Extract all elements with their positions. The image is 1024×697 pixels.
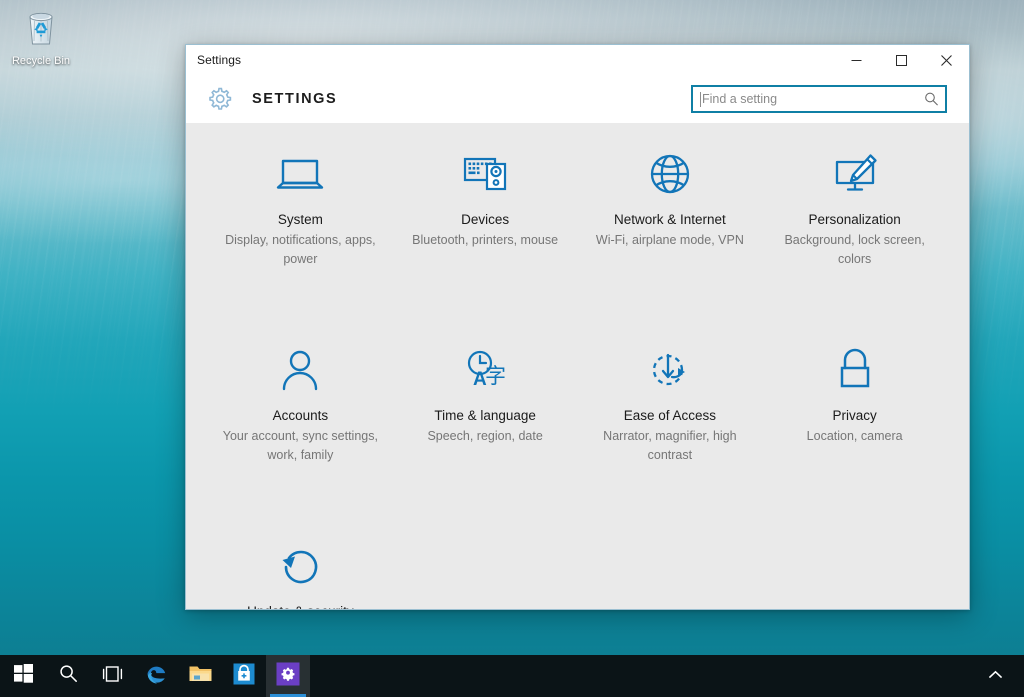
edge-icon [143,661,169,692]
tile-title: Ease of Access [623,408,717,423]
page-title: SETTINGS [252,91,338,107]
search-input[interactable] [701,87,945,111]
system-tray [981,655,1024,697]
file-explorer-icon [188,663,213,689]
taskbar [0,655,1024,697]
padlock-icon [827,341,883,399]
globe-icon [642,145,698,203]
tile-title: Update & security [247,603,354,609]
search-box[interactable] [691,85,947,113]
gear-icon [206,85,234,113]
settings-tile-grid: System Display, notifications, apps, pow… [186,137,969,609]
tile-title: Personalization [808,212,901,227]
chevron-up-icon[interactable] [981,670,1010,682]
store-button[interactable] [222,655,266,697]
edge-button[interactable] [134,655,178,697]
window-title: Settings [197,53,242,67]
refresh-circle-icon [272,537,328,595]
tile-description: Speech, region, date [427,429,543,443]
keyboard-speaker-icon [457,145,513,203]
search-icon [59,664,78,688]
clock-arrow-icon [642,341,698,399]
desktop-icon-recycle-bin[interactable]: Recycle Bin [4,6,78,68]
tile-description: Location, camera [806,429,903,443]
minimize-button[interactable] [834,45,879,75]
tile-description: Bluetooth, printers, mouse [412,233,559,247]
settings-taskbar-button[interactable] [266,655,310,697]
tile-title: Time & language [434,408,536,423]
settings-header: SETTINGS [186,75,969,123]
maximize-button[interactable] [879,45,924,75]
recycle-bin-icon [4,6,78,52]
search-icon[interactable] [924,92,939,107]
svg-text:字: 字 [485,364,506,388]
start-button[interactable] [0,655,46,697]
tile-description: Narrator, magnifier, high contrast [603,429,737,462]
taskbar-search-button[interactable] [46,655,90,697]
settings-tile-update-security[interactable]: Update & security Windows Update, recove… [208,529,393,609]
settings-tile-ease-of-access[interactable]: Ease of Access Narrator, magnifier, high… [578,333,763,515]
tile-title: Privacy [832,408,877,423]
desktop-icon-label: Recycle Bin [11,55,71,67]
laptop-icon [272,145,328,203]
settings-tile-time-language[interactable]: A 字 Time & language Speech, region, date [393,333,578,515]
store-icon [232,662,256,691]
settings-tile-system[interactable]: System Display, notifications, apps, pow… [208,137,393,319]
clock-language-icon: A 字 [456,341,514,399]
tile-title: Network & Internet [613,212,726,227]
person-icon [272,341,328,399]
task-view-icon [101,665,123,688]
monitor-paintbrush-icon [827,145,883,203]
task-view-button[interactable] [90,655,134,697]
settings-tile-privacy[interactable]: Privacy Location, camera [762,333,947,515]
settings-window: Settings SETTINGS Find a setting System … [185,44,970,610]
close-button[interactable] [924,45,969,75]
settings-tile-accounts[interactable]: Accounts Your account, sync settings, wo… [208,333,393,515]
window-titlebar[interactable]: Settings [186,45,969,75]
tile-description: Background, lock screen, colors [784,233,925,266]
tile-description: Your account, sync settings, work, famil… [222,429,378,462]
tile-description: Display, notifications, apps, power [225,233,376,266]
windows-start-icon [13,664,33,688]
window-controls [834,45,969,75]
file-explorer-button[interactable] [178,655,222,697]
tile-title: System [277,212,323,227]
tile-title: Devices [461,212,510,227]
settings-tile-personalization[interactable]: Personalization Background, lock screen,… [762,137,947,319]
settings-gear-icon [275,661,301,692]
settings-tile-devices[interactable]: Devices Bluetooth, printers, mouse [393,137,578,319]
tile-description: Wi-Fi, airplane mode, VPN [595,233,744,247]
tile-title: Accounts [272,408,329,423]
settings-content: System Display, notifications, apps, pow… [186,123,969,609]
settings-tile-network[interactable]: Network & Internet Wi-Fi, airplane mode,… [578,137,763,319]
